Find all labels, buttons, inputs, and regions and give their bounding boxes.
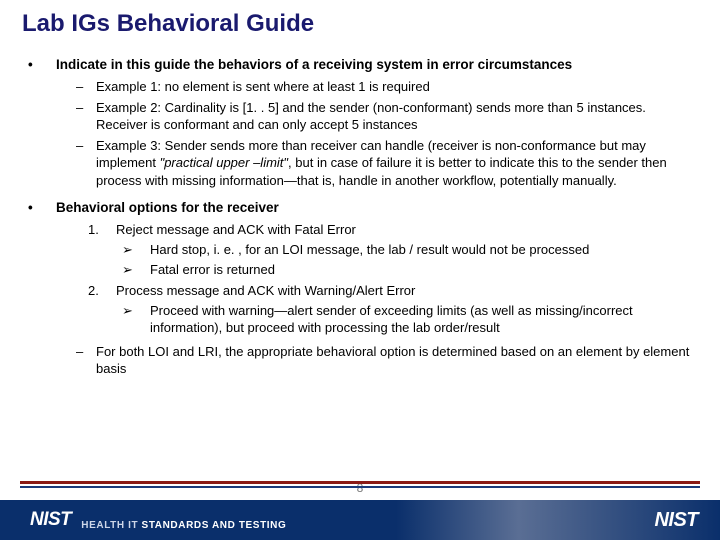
footer: NIST HEALTH IT STANDARDS AND TESTING NIS… bbox=[0, 500, 720, 540]
footer-note: – For both LOI and LRI, the appropriate … bbox=[76, 343, 692, 377]
option-2-num: 2. bbox=[88, 282, 116, 299]
footer-left: NIST HEALTH IT STANDARDS AND TESTING bbox=[30, 509, 286, 531]
option-2: 2. Process message and ACK with Warning/… bbox=[88, 282, 692, 299]
divider-red bbox=[20, 481, 700, 484]
footer-tagline: HEALTH IT STANDARDS AND TESTING bbox=[81, 520, 286, 531]
example-1: – Example 1: no element is sent where at… bbox=[76, 78, 692, 95]
dash-icon: – bbox=[76, 78, 96, 95]
bullet-section-1: • Indicate in this guide the behaviors o… bbox=[28, 56, 692, 74]
footer-note-text: For both LOI and LRI, the appropriate be… bbox=[96, 343, 692, 377]
arrow-icon: ➢ bbox=[122, 302, 150, 336]
option-1-num: 1. bbox=[88, 221, 116, 238]
tag-white: STANDARDS AND TESTING bbox=[142, 520, 287, 531]
option-1: 1. Reject message and ACK with Fatal Err… bbox=[88, 221, 692, 238]
nist-logo-left: NIST bbox=[30, 509, 71, 531]
page-title: Lab IGs Behavioral Guide bbox=[22, 10, 314, 38]
example-1-text: Example 1: no element is sent where at l… bbox=[96, 78, 692, 95]
footer-right: NIST bbox=[654, 509, 698, 532]
ex3-italic: "practical upper –limit" bbox=[160, 155, 288, 170]
example-2: – Example 2: Cardinality is [1. . 5] and… bbox=[76, 99, 692, 133]
example-3: – Example 3: Sender sends more than rece… bbox=[76, 137, 692, 188]
bullet-icon: • bbox=[28, 199, 56, 217]
example-2-text: Example 2: Cardinality is [1. . 5] and t… bbox=[96, 99, 692, 133]
nist-logo-right: NIST bbox=[654, 509, 698, 531]
option-1-sub-a: ➢ Hard stop, i. e. , for an LOI message,… bbox=[122, 241, 692, 258]
section1-heading: Indicate in this guide the behaviors of … bbox=[56, 56, 692, 74]
bullet-icon: • bbox=[28, 56, 56, 74]
dash-icon: – bbox=[76, 137, 96, 188]
bullet-section-2: • Behavioral options for the receiver bbox=[28, 199, 692, 217]
tag-plain: HEALTH IT bbox=[81, 520, 141, 531]
option-2-text: Process message and ACK with Warning/Ale… bbox=[116, 282, 692, 299]
option-2-sub-a: ➢ Proceed with warning—alert sender of e… bbox=[122, 302, 692, 336]
divider-blue bbox=[20, 486, 700, 488]
option-1-text: Reject message and ACK with Fatal Error bbox=[116, 221, 692, 238]
dash-icon: – bbox=[76, 99, 96, 133]
option-1-sub-b: ➢ Fatal error is returned bbox=[122, 261, 692, 278]
dash-icon: – bbox=[76, 343, 96, 377]
option-1-sub-a-text: Hard stop, i. e. , for an LOI message, t… bbox=[150, 241, 692, 258]
arrow-icon: ➢ bbox=[122, 241, 150, 258]
example-3-text: Example 3: Sender sends more than receiv… bbox=[96, 137, 692, 188]
option-1-sub-b-text: Fatal error is returned bbox=[150, 261, 692, 278]
section2-heading: Behavioral options for the receiver bbox=[56, 199, 692, 217]
arrow-icon: ➢ bbox=[122, 261, 150, 278]
body-content: • Indicate in this guide the behaviors o… bbox=[28, 50, 692, 377]
option-2-sub-a-text: Proceed with warning—alert sender of exc… bbox=[150, 302, 692, 336]
slide: Lab IGs Behavioral Guide • Indicate in t… bbox=[0, 0, 720, 540]
